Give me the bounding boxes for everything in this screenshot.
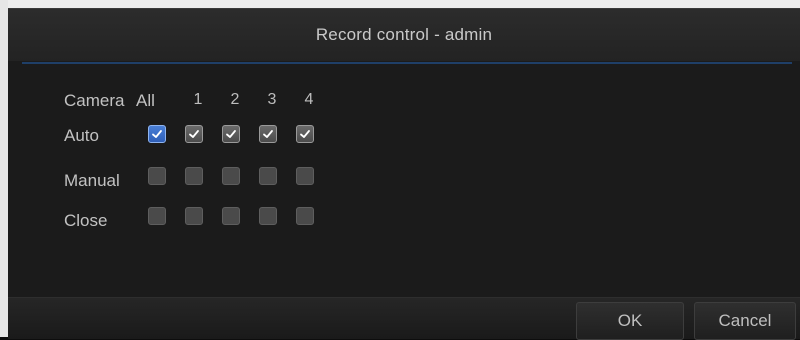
channel-3-header: 3 bbox=[267, 91, 277, 108]
checkmark-icon bbox=[226, 130, 236, 138]
close-channel-4-checkbox[interactable] bbox=[296, 207, 314, 225]
channel-1-header: 1 bbox=[193, 91, 203, 108]
manual-channel-1-checkbox[interactable] bbox=[185, 167, 203, 185]
manual-channel-2-checkbox[interactable] bbox=[222, 167, 240, 185]
close-row-label: Close bbox=[64, 211, 108, 230]
close-channel-2-checkbox[interactable] bbox=[222, 207, 240, 225]
auto-all-checkbox[interactable] bbox=[148, 125, 166, 143]
outer-frame-left bbox=[0, 0, 8, 337]
auto-channel-4-checkbox[interactable] bbox=[296, 125, 314, 143]
auto-row-label: Auto bbox=[64, 126, 99, 145]
checkmark-icon bbox=[300, 130, 310, 138]
all-header-label: All bbox=[136, 91, 155, 110]
record-control-dialog: Record control - admin Camera All 1 2 3 … bbox=[8, 8, 800, 340]
channel-4-header: 4 bbox=[304, 91, 314, 108]
close-channel-1-checkbox[interactable] bbox=[185, 207, 203, 225]
auto-channel-3-checkbox[interactable] bbox=[259, 125, 277, 143]
ok-button[interactable]: OK bbox=[576, 302, 684, 340]
close-all-checkbox[interactable] bbox=[148, 207, 166, 225]
outer-frame-top bbox=[0, 0, 800, 8]
manual-all-checkbox[interactable] bbox=[148, 167, 166, 185]
close-channel-3-checkbox[interactable] bbox=[259, 207, 277, 225]
manual-row-label: Manual bbox=[64, 171, 120, 190]
manual-channel-4-checkbox[interactable] bbox=[296, 167, 314, 185]
title-bar[interactable]: Record control - admin bbox=[8, 9, 800, 61]
manual-channel-3-checkbox[interactable] bbox=[259, 167, 277, 185]
channel-2-header: 2 bbox=[230, 91, 240, 108]
cancel-button[interactable]: Cancel bbox=[694, 302, 796, 340]
camera-header-label: Camera bbox=[64, 91, 125, 110]
title-divider bbox=[22, 62, 792, 64]
checkmark-icon bbox=[263, 130, 273, 138]
auto-channel-1-checkbox[interactable] bbox=[185, 125, 203, 143]
checkmark-icon bbox=[189, 130, 199, 138]
dialog-title: Record control - admin bbox=[315, 25, 493, 44]
checkmark-icon bbox=[152, 130, 162, 138]
auto-channel-2-checkbox[interactable] bbox=[222, 125, 240, 143]
